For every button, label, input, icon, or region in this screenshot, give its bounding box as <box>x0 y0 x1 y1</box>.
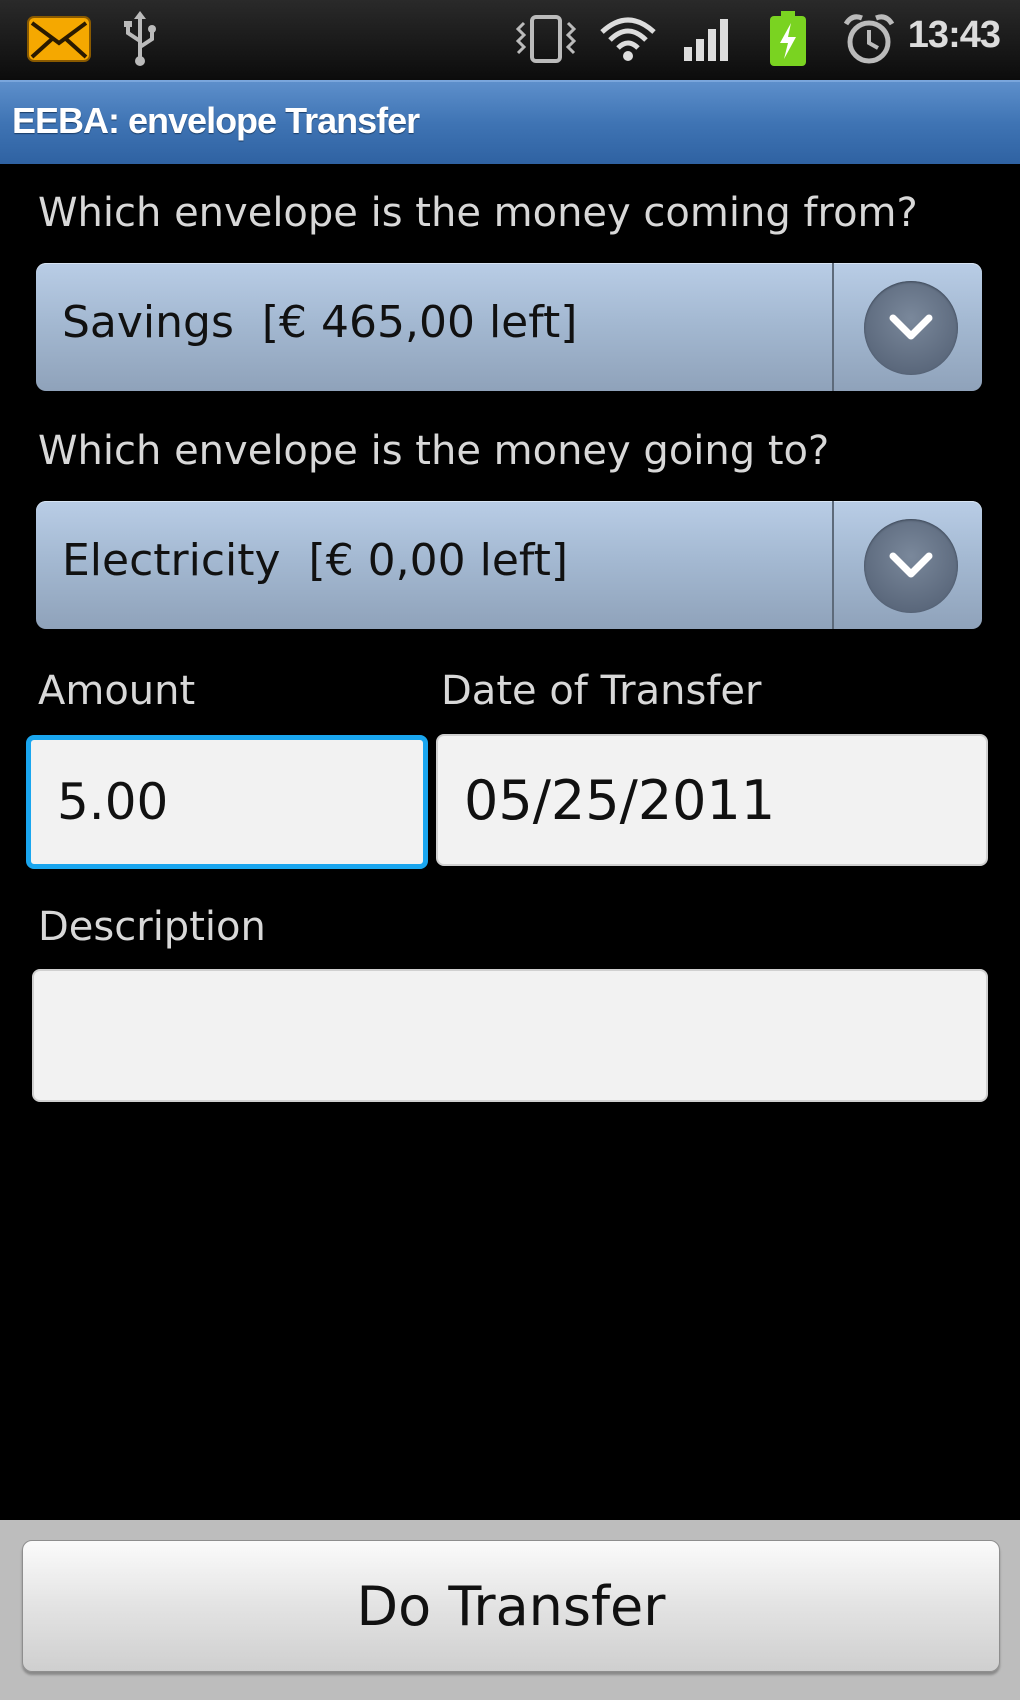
from-envelope-spinner[interactable]: Savings [€ 465,00 left] <box>36 263 982 391</box>
date-label: Date of Transfer <box>441 668 762 714</box>
do-transfer-button[interactable]: Do Transfer <box>22 1540 1000 1672</box>
mail-icon[interactable] <box>26 8 92 70</box>
alarm-icon <box>842 8 896 70</box>
description-label: Description <box>38 904 266 950</box>
chevron-down-icon[interactable] <box>864 281 958 375</box>
usb-icon <box>120 8 160 70</box>
description-input[interactable] <box>34 971 986 1100</box>
to-envelope-value: Electricity [€ 0,00 left] <box>62 535 569 586</box>
vibrate-icon <box>512 8 580 70</box>
spinner-divider <box>832 501 834 629</box>
title-bar: EEBA: envelope Transfer <box>0 80 1020 164</box>
date-input[interactable] <box>438 736 986 864</box>
to-envelope-label: Which envelope is the money going to? <box>38 428 830 474</box>
battery-charging-icon <box>768 8 808 70</box>
spinner-divider <box>832 263 834 391</box>
date-field[interactable] <box>436 734 988 866</box>
from-envelope-value: Savings [€ 465,00 left] <box>62 297 578 348</box>
clock: 13:43 <box>907 14 1001 56</box>
signal-icon <box>682 8 734 70</box>
chevron-down-icon[interactable] <box>864 519 958 613</box>
app-title: EEBA: envelope Transfer <box>12 100 420 141</box>
amount-field[interactable] <box>26 735 428 869</box>
from-envelope-label: Which envelope is the money coming from? <box>38 190 918 236</box>
amount-input[interactable] <box>31 740 423 864</box>
amount-label: Amount <box>38 668 196 714</box>
status-bar: 13:43 <box>0 0 1020 80</box>
description-field[interactable] <box>32 969 988 1102</box>
wifi-icon <box>598 8 658 70</box>
to-envelope-spinner[interactable]: Electricity [€ 0,00 left] <box>36 501 982 629</box>
bottom-action-bar: Do Transfer <box>0 1520 1020 1700</box>
